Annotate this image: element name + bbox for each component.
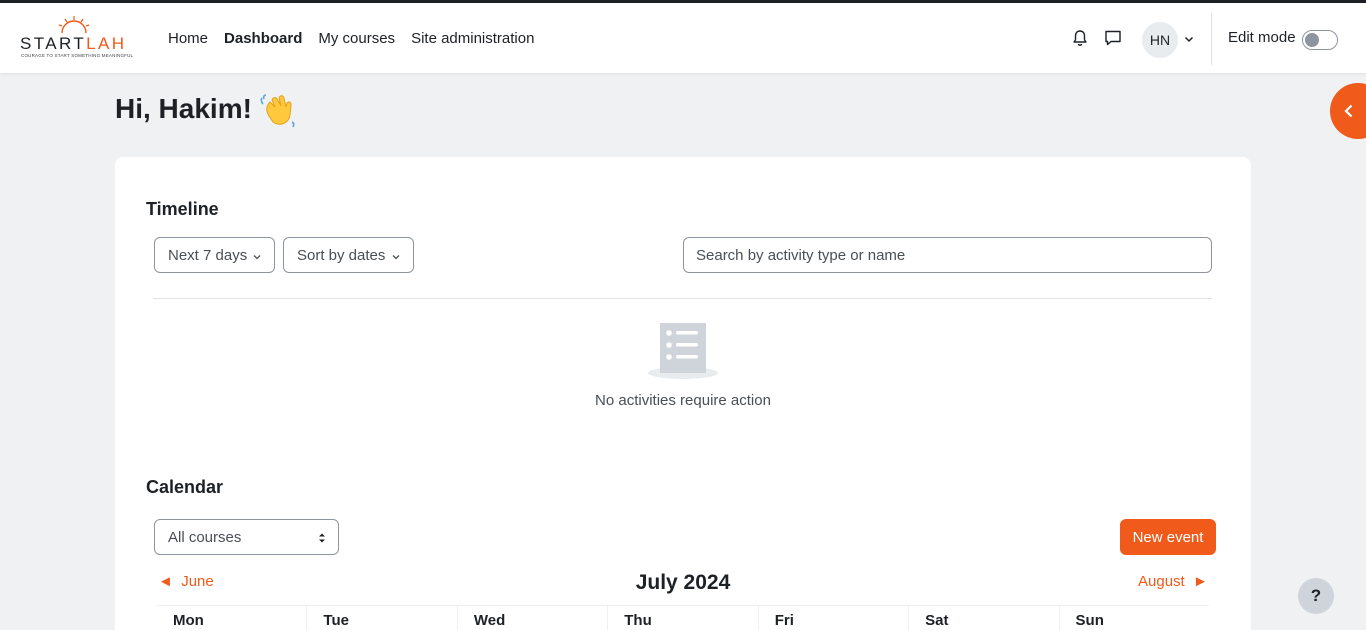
weekday-wed: Wed [458,606,609,630]
edit-mode-toggle[interactable] [1302,30,1338,50]
calendar-title: Calendar [146,477,224,497]
empty-activities-list-icon [648,323,718,379]
calendar-next-month-link[interactable]: August ► [1138,573,1208,590]
timeline-title: Timeline [146,199,219,219]
timeline-day-filter-dropdown[interactable]: Next 7 days [154,237,275,273]
weekday-fri: Fri [759,606,910,630]
logo-lah: LAH [86,34,127,53]
weekday-mon: Mon [157,606,308,630]
timeline-divider [153,298,1212,299]
nav-my-courses[interactable]: My courses [310,30,403,47]
waving-hand-icon [260,94,295,128]
page-greeting: Hi, Hakim! [115,93,252,124]
startlah-logo[interactable]: STARTLAH COURAGE TO START SOMETHING MEAN… [18,15,134,61]
timeline-sort-label: Sort by dates [297,246,386,264]
select-updown-arrows-icon [319,533,325,543]
sunrise-icon [58,16,90,34]
timeline-sort-dropdown[interactable]: Sort by dates [283,237,414,273]
user-avatar[interactable]: HN [1142,22,1178,58]
weekday-tue: Tue [307,606,458,630]
primary-navigation: Home Dashboard My courses Site administr… [160,3,542,73]
timeline-search-input[interactable] [683,237,1212,273]
user-menu-chevron-down-icon[interactable] [1183,33,1195,45]
nav-home[interactable]: Home [160,30,216,47]
arrow-right-icon: ► [1193,573,1208,590]
chevron-down-icon [253,255,261,260]
nav-dashboard[interactable]: Dashboard [216,30,310,47]
dashboard-card: Timeline Next 7 days Sort by dates No ac… [115,157,1251,630]
weekday-sun: Sun [1075,612,1104,629]
weekday-thu: Thu [608,606,759,630]
logo-start: START [20,34,87,53]
chevron-left-icon [1344,104,1353,118]
timeline-empty-message: No activities require action [595,392,771,409]
weekday-sat: Sat [909,606,1060,630]
help-button[interactable]: ? [1298,578,1334,614]
new-event-button[interactable]: New event [1120,519,1216,555]
chevron-down-icon [392,255,400,260]
logo-tagline: COURAGE TO START SOMETHING MEANINGFUL [21,53,134,58]
edit-mode-label: Edit mode [1228,29,1296,46]
nav-site-administration[interactable]: Site administration [403,30,542,47]
messages-chat-icon[interactable] [1102,27,1124,49]
notifications-bell-icon[interactable] [1069,27,1091,49]
calendar-weekday-header: Mon Tue Wed Thu Fri Sat Sun [157,605,1209,630]
calendar-course-select[interactable]: All courses [154,519,339,555]
navbar-divider [1211,13,1212,65]
calendar-current-month: July 2024 [635,571,731,594]
logo-wordmark: STARTLAH [20,34,126,54]
timeline-day-filter-label: Next 7 days [168,246,248,264]
next-month-label: August [1138,573,1185,590]
calendar-course-select-label: All courses [168,528,242,546]
navbar: STARTLAH COURAGE TO START SOMETHING MEAN… [0,3,1366,73]
open-block-drawer-button[interactable] [1330,83,1366,139]
